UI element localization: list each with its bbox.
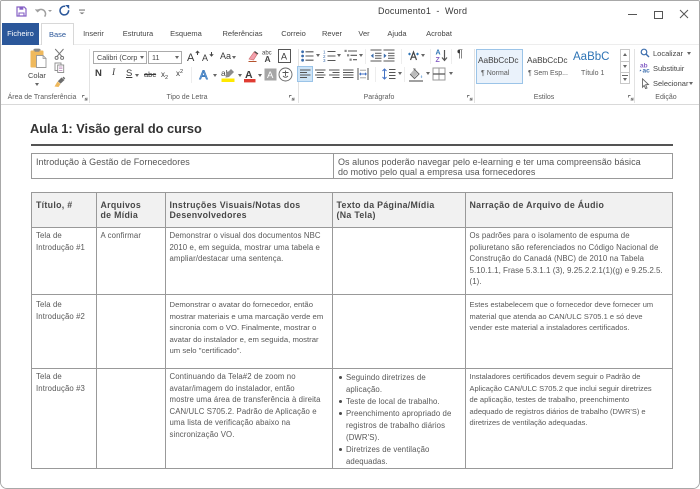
svg-text:A: A [267,70,274,81]
svg-text:A: A [202,53,208,63]
svg-text:A: A [265,54,271,63]
svg-text:3: 3 [323,58,326,62]
svg-text:A: A [436,50,441,57]
svg-text:A: A [281,52,287,62]
svg-text:A: A [200,68,208,82]
svg-text:A: A [187,52,195,63]
svg-text:Z: Z [436,57,441,63]
svg-text:ac: ac [643,68,651,74]
